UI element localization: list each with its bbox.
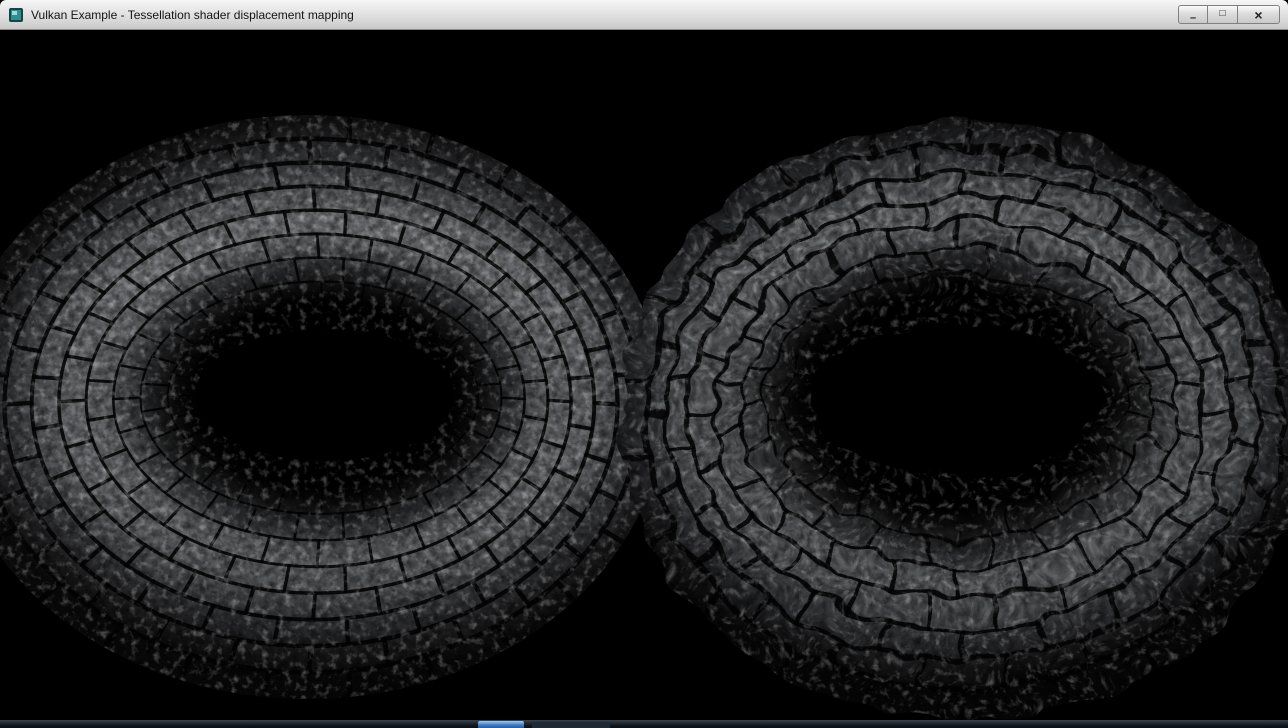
caption-buttons: – □ × — [1178, 5, 1280, 24]
screen: Vulkan Example - Tessellation shader dis… — [0, 0, 1288, 728]
taskbar-button[interactable] — [532, 722, 610, 728]
maximize-button[interactable]: □ — [1208, 5, 1238, 24]
render-viewport[interactable] — [0, 30, 1288, 720]
close-button[interactable]: × — [1238, 5, 1280, 24]
close-icon: × — [1254, 7, 1262, 23]
app-icon[interactable] — [8, 7, 24, 23]
minimize-button[interactable]: – — [1178, 5, 1208, 24]
minimize-icon: – — [1190, 12, 1196, 24]
torus-scene-svg — [0, 30, 1288, 720]
taskbar[interactable] — [0, 720, 1288, 728]
window-title: Vulkan Example - Tessellation shader dis… — [31, 8, 354, 22]
taskbar-active-button[interactable] — [478, 721, 524, 728]
maximize-icon: □ — [1219, 8, 1225, 19]
title-bar[interactable]: Vulkan Example - Tessellation shader dis… — [0, 0, 1288, 30]
